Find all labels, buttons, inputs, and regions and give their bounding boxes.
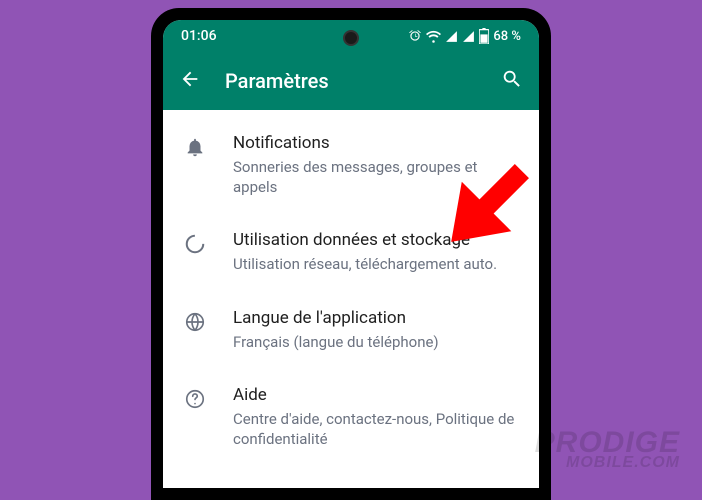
- setting-item-app-language[interactable]: Langue de l'application Français (langue…: [163, 291, 539, 368]
- app-bar: Paramètres: [163, 52, 539, 110]
- signal-icon-2: [462, 30, 475, 43]
- globe-icon: [183, 307, 207, 333]
- back-icon[interactable]: [179, 68, 201, 94]
- phone-screen: 01:06 68 %: [163, 20, 539, 488]
- setting-subtitle: Français (langue du téléphone): [233, 332, 519, 352]
- wifi-icon: [426, 29, 441, 44]
- setting-title: Langue de l'application: [233, 307, 519, 330]
- help-icon: [183, 384, 207, 410]
- phone-frame: 01:06 68 %: [151, 8, 551, 500]
- setting-subtitle: Utilisation réseau, téléchargement auto.: [233, 254, 519, 274]
- bell-icon: [183, 132, 207, 158]
- data-usage-icon: [183, 229, 207, 255]
- battery-text: 68 %: [493, 29, 521, 44]
- watermark-url: MOBILE.COM: [535, 454, 680, 472]
- page-title: Paramètres: [225, 69, 477, 93]
- setting-title: Aide: [233, 384, 519, 407]
- front-camera: [343, 30, 359, 46]
- status-time: 01:06: [181, 28, 217, 44]
- alarm-icon: [408, 29, 422, 43]
- watermark: PRODIGE MOBILE.COM: [535, 426, 680, 472]
- settings-list: Notifications Sonneries des messages, gr…: [163, 110, 539, 471]
- setting-title: Utilisation données et stockage: [233, 229, 519, 252]
- battery-icon: [479, 28, 489, 44]
- setting-subtitle: Sonneries des messages, groupes et appel…: [233, 157, 519, 198]
- setting-item-help[interactable]: Aide Centre d'aide, contactez-nous, Poli…: [163, 368, 539, 465]
- signal-icon: [445, 30, 458, 43]
- setting-item-notifications[interactable]: Notifications Sonneries des messages, gr…: [163, 116, 539, 213]
- status-indicators: 68 %: [408, 28, 521, 44]
- setting-title: Notifications: [233, 132, 519, 155]
- setting-subtitle: Centre d'aide, contactez-nous, Politique…: [233, 409, 519, 450]
- search-icon[interactable]: [501, 68, 523, 94]
- watermark-brand: PRODIGE: [535, 426, 680, 460]
- setting-item-data-storage[interactable]: Utilisation données et stockage Utilisat…: [163, 213, 539, 290]
